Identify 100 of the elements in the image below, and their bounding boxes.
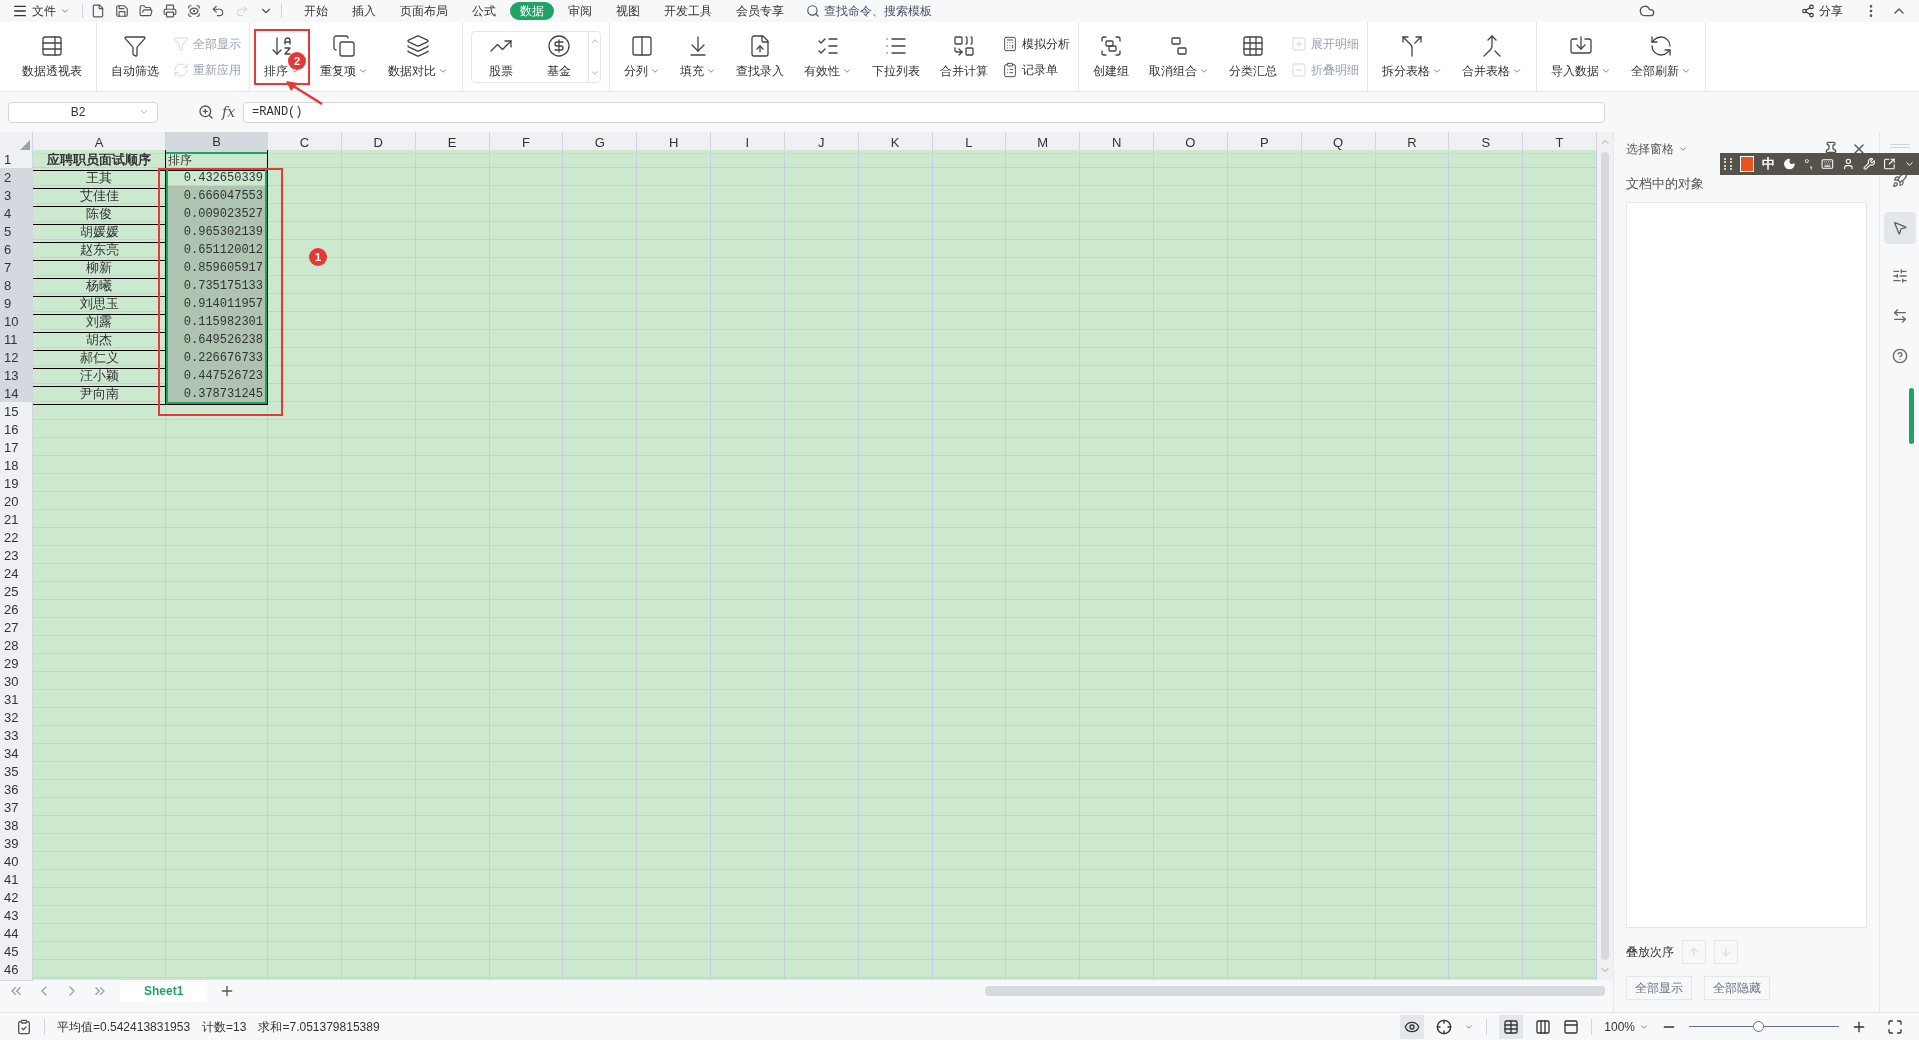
ime-logo-icon[interactable] xyxy=(1739,156,1755,172)
row-header[interactable]: 10 xyxy=(0,312,33,333)
column-header[interactable]: G xyxy=(563,132,638,154)
column-header[interactable]: N xyxy=(1080,132,1154,154)
ribbon-button[interactable]: 合并计算 xyxy=(930,28,998,85)
column-header[interactable]: Q xyxy=(1301,132,1376,154)
moon-icon[interactable] xyxy=(1783,157,1797,171)
row-header[interactable]: 39 xyxy=(0,834,33,855)
column-header[interactable]: F xyxy=(489,132,564,154)
row-header[interactable]: 32 xyxy=(0,708,33,729)
cursor-tool[interactable] xyxy=(1883,212,1916,244)
row-header[interactable]: 2 xyxy=(0,168,33,189)
row-header[interactable]: 28 xyxy=(0,636,33,657)
slider-thumb[interactable] xyxy=(1753,1021,1764,1032)
ribbon-button[interactable]: 创建组 xyxy=(1083,28,1139,85)
share-button[interactable]: 分享 xyxy=(1793,2,1851,20)
ribbon-tab[interactable]: 视图 xyxy=(606,2,650,20)
ribbon-tab[interactable]: 审阅 xyxy=(558,2,602,20)
row-header[interactable]: 21 xyxy=(0,510,33,531)
column-header[interactable]: M xyxy=(1006,132,1081,154)
column-header[interactable]: K xyxy=(858,132,933,154)
gallery-scrollbar[interactable] xyxy=(588,31,600,82)
row-header[interactable]: 43 xyxy=(0,906,33,927)
ribbon-button[interactable]: 填充 xyxy=(670,28,726,85)
undo-icon[interactable] xyxy=(211,4,225,18)
row-header[interactable]: 23 xyxy=(0,546,33,567)
row-header[interactable]: 5 xyxy=(0,222,33,243)
ribbon-tab[interactable]: 开发工具 xyxy=(654,2,722,20)
ribbon-tab[interactable]: 公式 xyxy=(462,2,506,20)
page-view-icon[interactable] xyxy=(1535,1018,1552,1035)
row-header[interactable]: 1 xyxy=(0,150,33,171)
ribbon-small-button[interactable]: 模拟分析 xyxy=(1002,34,1070,53)
row-header[interactable]: 16 xyxy=(0,420,33,441)
row-header[interactable]: 6 xyxy=(0,240,33,261)
ribbon-button[interactable]: 有效性 xyxy=(794,28,862,85)
row-header[interactable]: 36 xyxy=(0,780,33,801)
ribbon-button[interactable]: 分类汇总 xyxy=(1219,28,1287,85)
eye-protect-button[interactable] xyxy=(1400,1014,1425,1039)
row-header[interactable]: 15 xyxy=(0,402,33,423)
ribbon-button[interactable]: 合并表格 xyxy=(1452,28,1532,85)
swap-icon[interactable] xyxy=(1891,308,1908,324)
zoom-reading[interactable]: 100% xyxy=(1604,1017,1649,1036)
row-header[interactable]: 25 xyxy=(0,582,33,603)
row-header[interactable]: 29 xyxy=(0,654,33,675)
row-header[interactable]: 14 xyxy=(0,384,33,405)
formula-field[interactable]: =RAND() xyxy=(243,101,1605,123)
ribbon-tab[interactable]: 页面布局 xyxy=(390,2,458,20)
row-header[interactable]: 31 xyxy=(0,690,33,711)
ribbon-button[interactable]: 数据对比 xyxy=(378,28,458,85)
row-header[interactable]: 41 xyxy=(0,870,33,891)
search-field[interactable]: 查找命令、搜索模板 xyxy=(806,2,954,20)
ribbon-button[interactable]: 分列 xyxy=(614,28,670,85)
column-header[interactable]: L xyxy=(932,132,1007,154)
ribbon-button[interactable]: 全部刷新 xyxy=(1621,28,1701,85)
ribbon-tab[interactable]: 开始 xyxy=(294,2,338,20)
vertical-scrollbar[interactable] xyxy=(1597,132,1613,980)
ribbon-button[interactable]: 导入数据 xyxy=(1541,28,1621,85)
gallery-item[interactable]: 股票 xyxy=(472,31,530,82)
row-header[interactable]: 18 xyxy=(0,456,33,477)
row-header[interactable]: 42 xyxy=(0,888,33,909)
row-header[interactable]: 35 xyxy=(0,762,33,783)
cloud-icon[interactable] xyxy=(1639,3,1655,19)
row-header[interactable]: 26 xyxy=(0,600,33,621)
row-header[interactable]: 22 xyxy=(0,528,33,549)
row-header[interactable]: 20 xyxy=(0,492,33,513)
row-header[interactable]: 11 xyxy=(0,330,33,351)
keyboard-icon[interactable] xyxy=(1821,157,1834,171)
ribbon-button[interactable]: 查找录入 xyxy=(726,28,794,85)
rocket-icon[interactable] xyxy=(1891,172,1908,188)
column-header[interactable]: D xyxy=(341,132,416,154)
row-header[interactable]: 12 xyxy=(0,348,33,369)
zoom-slider[interactable] xyxy=(1689,1020,1839,1033)
crosshair-icon[interactable] xyxy=(1436,1018,1453,1035)
column-header[interactable]: C xyxy=(268,132,342,154)
ribbon-tab[interactable]: 会员专享 xyxy=(726,2,794,20)
row-header[interactable]: 44 xyxy=(0,924,33,945)
macro-icon[interactable] xyxy=(16,1018,32,1035)
wrench-icon[interactable] xyxy=(1862,157,1876,171)
ribbon-button[interactable]: 数据透视表 xyxy=(12,28,92,85)
ribbon-button[interactable]: 重复项 xyxy=(310,28,378,85)
row-header[interactable]: 40 xyxy=(0,852,33,873)
ribbon-tab[interactable]: 插入 xyxy=(342,2,386,20)
row-header[interactable]: 13 xyxy=(0,366,33,387)
page-break-icon[interactable] xyxy=(1563,1018,1580,1035)
row-header[interactable]: 7 xyxy=(0,258,33,279)
row-header[interactable]: 8 xyxy=(0,276,33,297)
preview-icon[interactable] xyxy=(187,4,201,18)
user-icon[interactable] xyxy=(1841,157,1855,171)
ribbon-button[interactable]: 自动筛选 xyxy=(101,28,169,85)
row-header[interactable]: 38 xyxy=(0,816,33,837)
column-header[interactable]: S xyxy=(1449,132,1524,154)
row-header[interactable]: 9 xyxy=(0,294,33,315)
ribbon-small-button[interactable]: 记录单 xyxy=(1002,60,1070,79)
row-header[interactable]: 27 xyxy=(0,618,33,639)
folder-icon[interactable] xyxy=(139,4,153,18)
row-header[interactable]: 17 xyxy=(0,438,33,459)
name-box[interactable]: B2 xyxy=(8,101,158,123)
file-menu[interactable]: 文件 xyxy=(12,2,78,20)
horizontal-scrollbar[interactable] xyxy=(985,986,1605,996)
row-header[interactable]: 4 xyxy=(0,204,33,225)
